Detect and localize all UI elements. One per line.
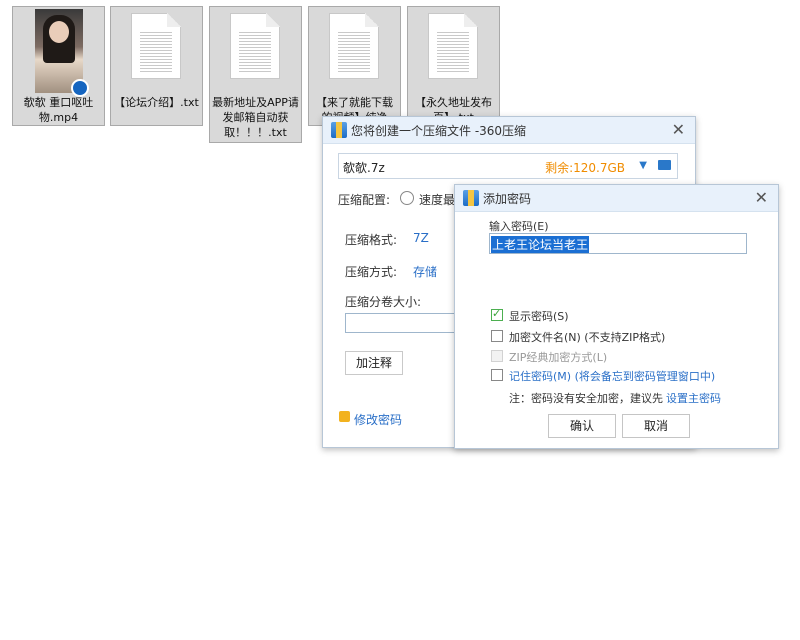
add-comment-button[interactable]: 加注释 <box>345 351 403 375</box>
close-icon[interactable]: ✕ <box>672 120 685 139</box>
archive-path-field[interactable]: 欹欹.7z 剩余:120.7GB ▼ <box>338 153 678 179</box>
video-thumbnail <box>35 9 89 97</box>
text-file-icon <box>131 13 181 79</box>
file-name: 欹欹 重口呕吐物.mp4 <box>23 96 94 124</box>
remaining-space: 剩余:120.7GB <box>545 161 625 175</box>
encrypt-filenames-checkbox[interactable] <box>491 330 503 342</box>
thumbnail-face <box>49 21 69 43</box>
file-download-video[interactable]: 【来了就能下载的视频】纯净 <box>308 6 401 126</box>
encrypt-filenames-label[interactable]: 加密文件名(N) (不支持ZIP格式) <box>509 329 665 345</box>
volume-size-input[interactable] <box>345 313 465 333</box>
file-forum-intro[interactable]: 【论坛介绍】.txt <box>110 6 203 126</box>
password-value: 上老王论坛当老王 <box>491 236 590 253</box>
archive-filename: 欹欹.7z <box>343 161 385 175</box>
remember-password-checkbox[interactable] <box>491 369 503 381</box>
show-password-label[interactable]: 显示密码(S) <box>509 308 569 324</box>
format-value[interactable]: 7Z <box>413 231 429 245</box>
change-password-link[interactable]: 修改密码 <box>354 411 402 428</box>
password-label: 输入密码(E) <box>489 220 549 233</box>
zip-classic-label: ZIP经典加密方式(L) <box>509 351 608 364</box>
config-radio[interactable] <box>400 191 414 205</box>
show-password-checkbox[interactable] <box>491 307 503 321</box>
add-password-dialog: 添加密码 ✕ 输入密码(E) 上老王论坛当老王 显示密码(S) 加密文件名(N)… <box>454 184 779 449</box>
file-latest-address[interactable]: 最新地址及APP请发邮箱自动获取！！！.txt <box>209 6 302 143</box>
volume-label: 压缩分卷大小: <box>345 295 422 309</box>
text-file-icon <box>428 13 478 79</box>
archive-icon <box>331 122 347 138</box>
zip-classic-checkbox <box>491 350 503 362</box>
lock-icon <box>339 411 350 422</box>
archive-icon <box>463 190 479 206</box>
method-value[interactable]: 存储 <box>413 263 437 280</box>
dialog-title: 您将创建一个压缩文件 -360压缩 <box>351 124 527 138</box>
file-name: 【论坛介绍】.txt <box>114 96 199 109</box>
security-note: 注：密码没有安全加密，建议先 <box>509 392 663 405</box>
set-master-password-link[interactable]: 设置主密码 <box>666 390 721 406</box>
ok-button[interactable]: 确认 <box>548 414 616 438</box>
dropdown-arrow-icon[interactable]: ▼ <box>639 160 647 171</box>
title-bar: 您将创建一个压缩文件 -360压缩 ✕ <box>323 117 695 144</box>
file-video[interactable]: 欹欹 重口呕吐物.mp4 <box>12 6 105 126</box>
config-label: 压缩配置: <box>338 193 391 207</box>
folder-icon[interactable] <box>658 160 671 170</box>
file-permanent-address[interactable]: 【永久地址发布页】.txt <box>407 6 500 126</box>
dialog-title: 添加密码 <box>483 192 532 206</box>
password-input[interactable]: 上老王论坛当老王 <box>489 233 747 254</box>
close-icon[interactable]: ✕ <box>755 188 768 207</box>
cancel-button[interactable]: 取消 <box>622 414 690 438</box>
text-file-icon <box>329 13 379 79</box>
file-name: 最新地址及APP请发邮箱自动获取！！！.txt <box>212 96 299 139</box>
title-bar: 添加密码 ✕ <box>455 185 778 212</box>
text-file-icon <box>230 13 280 79</box>
method-label: 压缩方式: <box>345 265 398 279</box>
remember-password-label[interactable]: 记住密码(M) (将会备忘到密码管理窗口中) <box>509 368 715 384</box>
format-label: 压缩格式: <box>345 233 398 247</box>
